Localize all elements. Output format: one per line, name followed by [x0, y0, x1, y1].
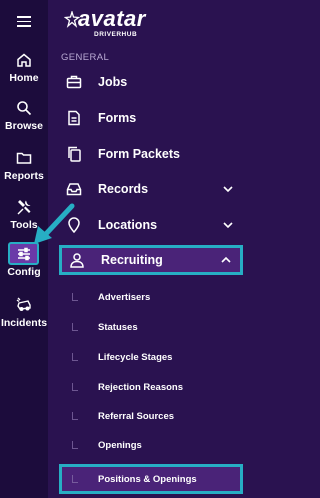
search-icon — [17, 101, 32, 116]
submenu-label-lifecycle-stages: Lifecycle Stages — [98, 351, 173, 363]
menu-label-recruiting: Recruiting — [101, 253, 163, 267]
submenu-item-openings[interactable]: Openings — [72, 434, 242, 456]
section-label-general: GENERAL — [61, 52, 110, 63]
map-pin-icon — [68, 217, 80, 233]
chevron-down-icon[interactable] — [222, 183, 234, 195]
menu-item-jobs[interactable]: Jobs — [56, 68, 242, 96]
rail-label-reports: Reports — [4, 170, 44, 182]
tree-connector — [72, 383, 78, 391]
brand-logo[interactable]: avatar DRIVERHUB — [64, 6, 174, 40]
home-icon — [17, 53, 31, 67]
menu-item-locations[interactable]: Locations — [56, 211, 242, 239]
folder-icon — [16, 152, 32, 164]
document-icon — [68, 110, 80, 126]
rail-item-home[interactable]: Home — [0, 50, 48, 94]
submenu-label-statuses: Statuses — [98, 321, 138, 333]
submenu-item-positions-openings[interactable]: Positions & Openings — [59, 464, 243, 494]
hamburger-menu-icon[interactable] — [17, 16, 31, 28]
submenu-item-rejection-reasons[interactable]: Rejection Reasons — [72, 376, 242, 398]
submenu-item-statuses[interactable]: Statuses — [72, 316, 242, 338]
tree-connector — [72, 441, 78, 449]
briefcase-icon — [66, 75, 82, 89]
menu-item-records[interactable]: Records — [56, 175, 242, 203]
submenu-label-rejection-reasons: Rejection Reasons — [98, 381, 183, 393]
submenu-item-advertisers[interactable]: Advertisers — [72, 286, 242, 308]
rail-item-config[interactable]: Config — [0, 266, 48, 282]
car-crash-icon — [16, 297, 31, 311]
chevron-down-icon[interactable] — [222, 219, 234, 231]
submenu-label-advertisers: Advertisers — [98, 291, 151, 303]
rail-label-incidents: Incidents — [0, 317, 48, 329]
submenu-label-openings: Openings — [98, 439, 142, 451]
menu-label-forms: Forms — [98, 111, 137, 125]
menu-label-jobs: Jobs — [98, 75, 128, 89]
copy-icon — [68, 146, 81, 162]
tree-connector — [72, 323, 78, 331]
rail-item-incidents[interactable]: Incidents — [0, 295, 48, 339]
tree-connector — [72, 293, 78, 301]
menu-item-form-packets[interactable]: Form Packets — [56, 140, 242, 168]
tree-connector — [72, 412, 78, 420]
menu-label-form-packets: Form Packets — [98, 147, 180, 161]
menu-label-locations: Locations — [98, 218, 158, 232]
menu-item-forms[interactable]: Forms — [56, 104, 242, 132]
tree-connector — [72, 353, 78, 361]
menu-item-recruiting[interactable]: Recruiting — [59, 245, 243, 275]
chevron-up-icon[interactable] — [220, 254, 232, 266]
rail-label-home: Home — [9, 72, 39, 84]
submenu-item-referral-sources[interactable]: Referral Sources — [72, 405, 242, 427]
submenu-label-referral-sources: Referral Sources — [98, 410, 175, 422]
inbox-icon — [66, 183, 82, 196]
menu-label-records: Records — [98, 182, 149, 196]
rail-label-browse: Browse — [5, 120, 43, 132]
brand-name: avatar — [78, 6, 146, 31]
rail-item-browse[interactable]: Browse — [0, 98, 48, 142]
submenu-item-lifecycle-stages[interactable]: Lifecycle Stages — [72, 346, 242, 368]
submenu-label-positions-openings: Positions & Openings — [98, 473, 197, 485]
rail-item-reports[interactable]: Reports — [0, 148, 48, 192]
rail-label-config: Config — [7, 266, 41, 278]
tree-connector — [72, 475, 78, 483]
brand-sub: DRIVERHUB — [94, 31, 138, 38]
user-icon — [70, 253, 84, 268]
